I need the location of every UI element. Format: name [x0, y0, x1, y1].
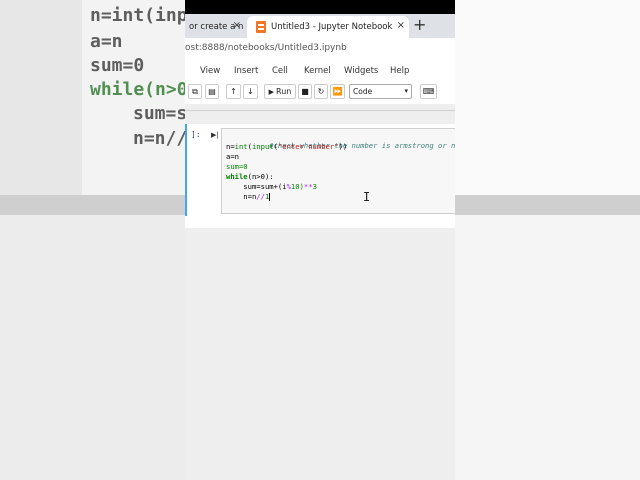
tab-title: Untitled3 - Jupyter Notebook — [271, 22, 393, 32]
menu-cell[interactable]: Cell — [272, 66, 288, 76]
notebook-menubar: View Insert Cell Kernel Widgets Help — [185, 62, 455, 82]
browser-tab-bar: or create a n × Untitled3 - Jupyter Note… — [185, 14, 455, 38]
browser-tab-inactive[interactable]: or create a n × — [185, 16, 245, 38]
arrow-down-icon: ↓ — [247, 87, 254, 96]
blurred-code-line: sum=0 — [90, 55, 145, 76]
fast-forward-icon: ⏩ — [332, 87, 343, 96]
blurred-lower-right — [455, 215, 640, 480]
code-line-2: n=int(input("enter number")) — [226, 142, 348, 151]
notebook-area: ]: ▶| #check whether the number is armst… — [185, 124, 455, 228]
blurred-lower-left — [0, 215, 185, 480]
stop-icon: ■ — [301, 87, 309, 96]
mouse-ibeam-cursor-icon: I — [363, 190, 371, 204]
screen-recording-frame: or create a n × Untitled3 - Jupyter Note… — [185, 0, 455, 480]
notebook-empty-area — [185, 228, 455, 480]
text-cursor — [269, 193, 271, 201]
blurred-code-line: a=n — [90, 31, 123, 52]
notebook-toolbar: ⧉ ▤ ↑ ↓ ▶ Run ■ ↻ ⏩ Code ▾ ⌨ — [185, 82, 455, 105]
chevron-down-icon: ▾ — [404, 87, 408, 95]
cell-prompt: ]: — [191, 130, 201, 139]
menu-widgets[interactable]: Widgets — [344, 66, 378, 76]
play-icon: ▶ — [268, 87, 275, 96]
copy-cell-button[interactable]: ⧉ — [188, 84, 202, 99]
close-icon[interactable]: × — [233, 20, 241, 31]
code-cell[interactable]: ]: ▶| #check whether the number is armst… — [185, 124, 455, 216]
blurred-bar-right — [455, 195, 640, 215]
divider-line — [185, 110, 455, 111]
code-line-6: sum=sum+(i%10)**3 — [226, 182, 317, 191]
new-tab-icon[interactable]: + — [413, 15, 426, 34]
menu-help[interactable]: Help — [390, 66, 409, 76]
code-line-5: while(n>0): — [226, 172, 274, 181]
browser-tab-active[interactable]: Untitled3 - Jupyter Notebook × — [247, 16, 409, 38]
interrupt-kernel-button[interactable]: ■ — [298, 84, 312, 99]
address-bar[interactable]: ost:8888/notebooks/Untitled3.ipynb — [185, 38, 455, 63]
run-button[interactable]: ▶ Run — [264, 84, 296, 99]
code-line-7: n=n//1 — [226, 192, 271, 201]
menu-view[interactable]: View — [200, 66, 220, 76]
arrow-up-icon: ↑ — [230, 87, 237, 96]
close-icon[interactable]: × — [397, 20, 405, 31]
url-text: ost:8888/notebooks/Untitled3.ipynb — [185, 43, 347, 53]
menu-insert[interactable]: Insert — [234, 66, 258, 76]
move-up-button[interactable]: ↑ — [226, 84, 241, 99]
code-line-3: a=n — [226, 152, 239, 161]
blurred-code-line: n=n// — [133, 128, 188, 149]
cell-type-select[interactable]: Code ▾ — [349, 84, 412, 99]
cell-type-value: Code — [353, 87, 373, 96]
blurred-gutter-left — [0, 0, 82, 195]
restart-icon: ↻ — [317, 87, 325, 96]
blurred-bar-left — [0, 195, 185, 215]
code-editor[interactable]: #check whether the number is armstrong o… — [221, 128, 455, 214]
paste-icon: ▤ — [208, 87, 216, 96]
move-down-button[interactable]: ↓ — [243, 84, 258, 99]
blurred-top-right — [455, 0, 640, 195]
header-separator — [185, 104, 455, 124]
command-palette-button[interactable]: ⌨ — [420, 84, 437, 99]
blurred-code-line: while(n>0 — [90, 79, 188, 100]
paste-cell-button[interactable]: ▤ — [205, 84, 219, 99]
restart-kernel-button[interactable]: ↻ — [314, 84, 328, 99]
run-label: Run — [276, 87, 292, 96]
menu-kernel[interactable]: Kernel — [304, 66, 331, 76]
copy-icon: ⧉ — [192, 86, 198, 96]
keyboard-icon: ⌨ — [422, 87, 435, 96]
restart-run-all-button[interactable]: ⏩ — [330, 84, 345, 99]
jupyter-logo-icon — [256, 21, 266, 33]
blurred-code-line: n=int(inp — [90, 5, 188, 26]
code-line-4: sum=0 — [226, 162, 248, 171]
run-cell-icon[interactable]: ▶| — [211, 131, 219, 139]
